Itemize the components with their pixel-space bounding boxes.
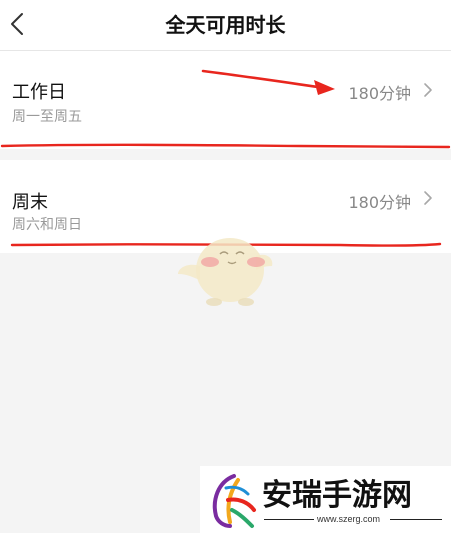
site-url: www.szerg.com	[317, 514, 381, 524]
page-title: 全天可用时长	[165, 13, 286, 37]
workday-label: 工作日	[12, 82, 66, 103]
site-name: 安瑞手游网	[262, 478, 412, 513]
weekend-duration-value: 180分钟	[348, 193, 411, 212]
site-logo-icon	[212, 474, 256, 528]
weekend-label: 周末	[12, 192, 48, 213]
weekend-row[interactable]: 周末 周六和周日 180分钟	[0, 160, 451, 253]
workday-duration-value: 180分钟	[348, 84, 411, 103]
site-watermark: 安瑞手游网 www.szerg.com	[200, 466, 451, 533]
top-bar: 全天可用时长	[0, 0, 451, 51]
watermark-rule-right	[390, 519, 442, 520]
chevron-right-icon	[424, 83, 432, 97]
watermark-rule-left	[264, 519, 314, 520]
weekend-subtitle: 周六和周日	[12, 217, 82, 233]
workday-subtitle: 周一至周五	[12, 109, 82, 125]
chevron-right-icon	[424, 191, 432, 205]
workday-row[interactable]: 工作日 周一至周五 180分钟	[0, 51, 451, 149]
